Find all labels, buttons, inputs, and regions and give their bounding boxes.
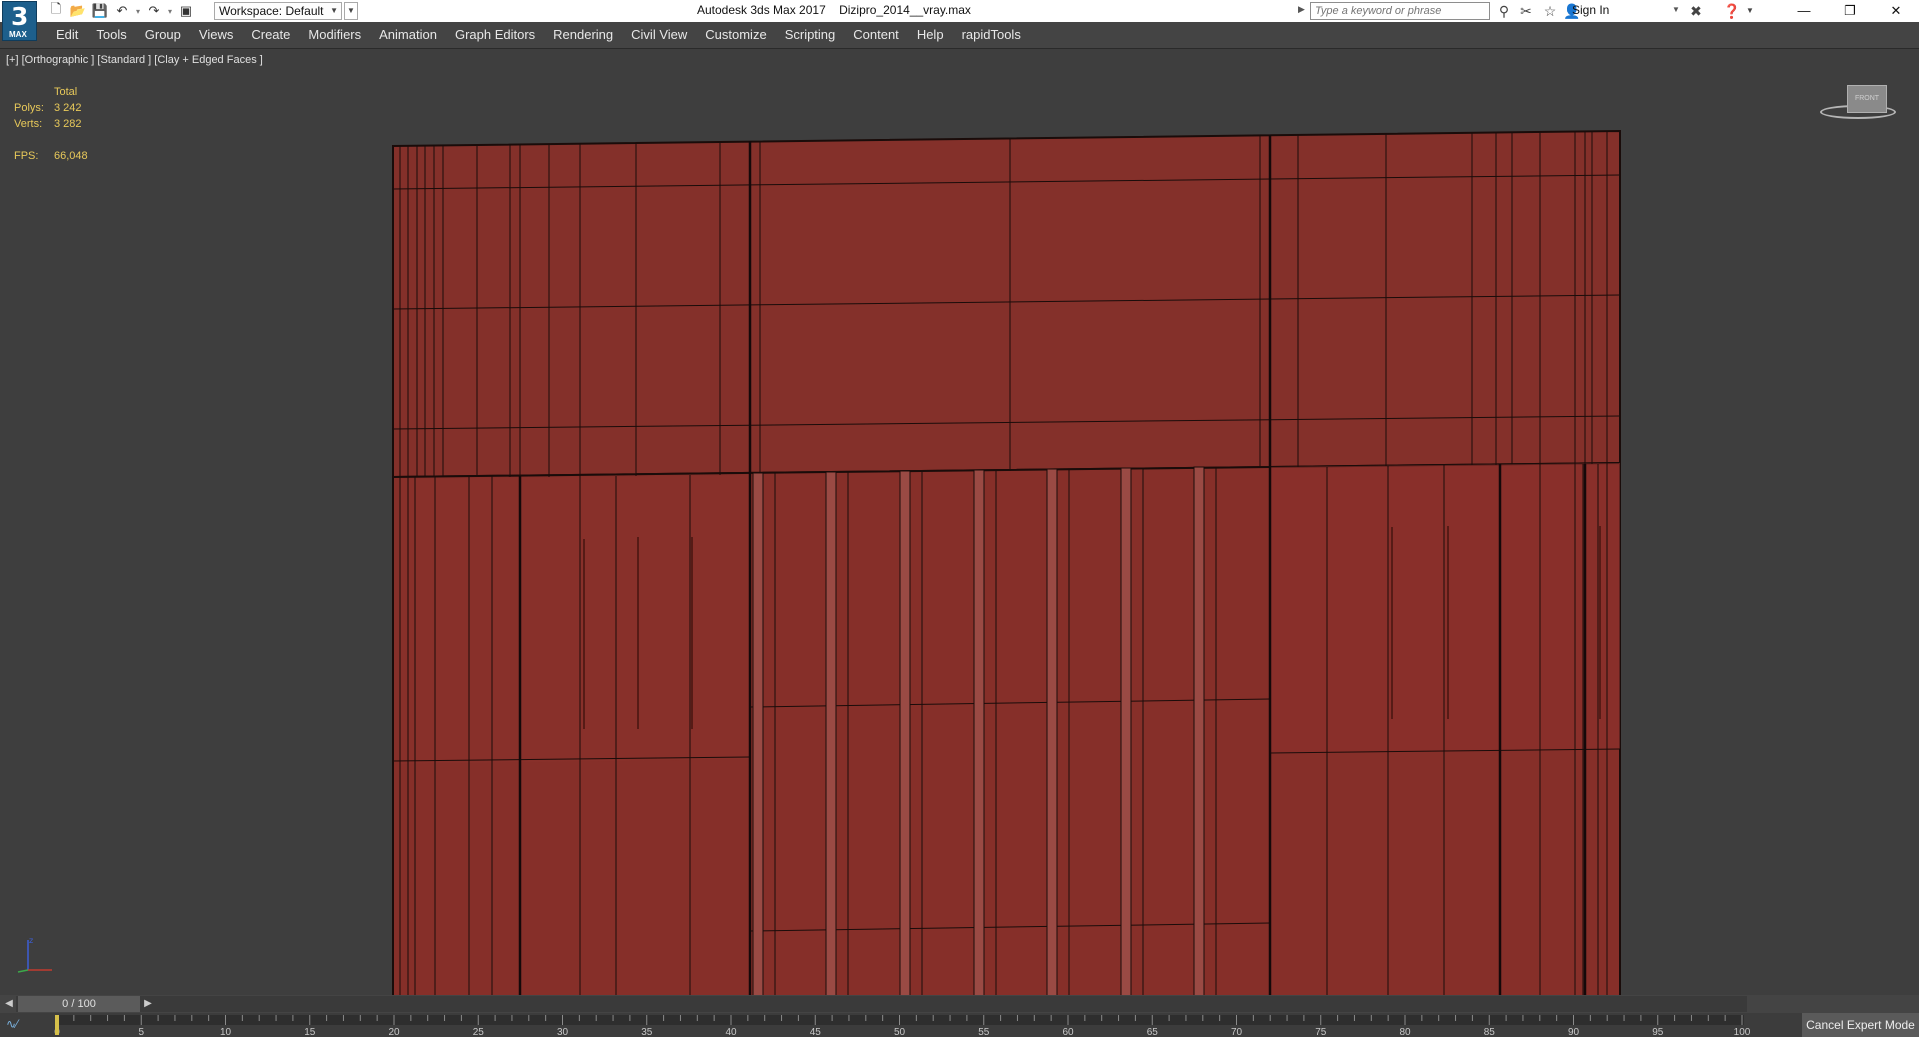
stats-polys-label: Polys: bbox=[14, 102, 44, 114]
new-file-icon[interactable]: 🗋 bbox=[46, 1, 66, 20]
ruler-tick-label: 85 bbox=[1484, 1027, 1496, 1037]
time-slider-thumb[interactable]: 0 / 100 bbox=[18, 996, 140, 1012]
search-expand-icon[interactable]: ▶ bbox=[1298, 4, 1305, 15]
ruler-tick-label: 40 bbox=[725, 1027, 737, 1037]
help-dropdown-icon[interactable]: ▼ bbox=[1740, 2, 1760, 20]
app-logo-subtext: MAX bbox=[9, 30, 27, 39]
ruler-tick-label: 80 bbox=[1399, 1027, 1411, 1037]
ruler-tick-label: 50 bbox=[894, 1027, 906, 1037]
ruler-tick-label: 75 bbox=[1315, 1027, 1327, 1037]
undo-dropdown-icon[interactable]: ▾ bbox=[134, 2, 142, 20]
ruler-tick-label: 30 bbox=[557, 1027, 569, 1037]
title-bar: 3 MAX 🗋 📂 💾 ↶ ▾ ↷ ▾ ▣ Workspace: Default… bbox=[0, 0, 1919, 41]
ruler-tick-label: 10 bbox=[220, 1027, 232, 1037]
redo-dropdown-icon[interactable]: ▾ bbox=[166, 2, 174, 20]
search-input[interactable] bbox=[1310, 2, 1490, 20]
viewcube[interactable]: FRONT bbox=[1820, 83, 1900, 123]
menu-bar: Edit Tools Group Views Create Modifiers … bbox=[0, 22, 1919, 46]
project-folder-icon[interactable]: ▣ bbox=[176, 2, 196, 20]
menu-rendering[interactable]: Rendering bbox=[544, 27, 622, 42]
ruler-tick-label: 90 bbox=[1568, 1027, 1580, 1037]
redo-icon[interactable]: ↷ bbox=[144, 2, 164, 20]
viewport-statistics: Total Polys: 3 242 Verts: 3 282 FPS: 66,048 bbox=[14, 84, 88, 164]
menu-content[interactable]: Content bbox=[844, 27, 908, 42]
viewport-label-menu[interactable]: [+] [Orthographic ] [Standard ] [Clay + … bbox=[6, 54, 263, 66]
stats-fps-label: FPS: bbox=[14, 150, 39, 162]
exchange-apps-icon[interactable]: ✖ bbox=[1686, 2, 1706, 20]
stats-verts-label: Verts: bbox=[14, 118, 43, 130]
cancel-expert-mode-button[interactable]: Cancel Expert Mode bbox=[1802, 1013, 1919, 1037]
frame-ruler[interactable]: 0510152025303540455055606570758085909510… bbox=[0, 1013, 1760, 1037]
binoculars-icon[interactable]: ⚲ bbox=[1494, 2, 1514, 20]
save-icon[interactable]: 💾 bbox=[90, 2, 110, 20]
viewcube-face-front[interactable]: FRONT bbox=[1847, 85, 1887, 113]
ruler-tick-label: 95 bbox=[1652, 1027, 1664, 1037]
menu-scripting[interactable]: Scripting bbox=[776, 27, 845, 42]
next-frame-icon[interactable]: ▶ bbox=[141, 997, 155, 1011]
ruler-tick-label: 15 bbox=[304, 1027, 316, 1037]
ruler-tick-label: 35 bbox=[641, 1027, 653, 1037]
svg-text:z: z bbox=[29, 936, 33, 945]
restore-icon[interactable]: ❐ bbox=[1827, 0, 1873, 22]
track-bar[interactable]: ∿⁄ 0510152025303540455055606570758085909… bbox=[0, 1013, 1919, 1037]
workspace-label: Workspace: Default bbox=[219, 4, 324, 18]
ruler-tick-label: 25 bbox=[473, 1027, 485, 1037]
ruler-tick-label: 65 bbox=[1147, 1027, 1159, 1037]
open-file-icon[interactable]: 📂 bbox=[68, 2, 88, 20]
stats-total-label: Total bbox=[54, 86, 78, 98]
menu-graph-editors[interactable]: Graph Editors bbox=[446, 27, 544, 42]
axis-tripod-icon: z bbox=[17, 936, 52, 973]
ruler-tick-label: 70 bbox=[1231, 1027, 1243, 1037]
menu-rapidtools[interactable]: rapidTools bbox=[953, 27, 1030, 42]
ruler-tick-label: 45 bbox=[810, 1027, 822, 1037]
menu-modifiers[interactable]: Modifiers bbox=[299, 27, 370, 42]
scene-model[interactable] bbox=[0, 49, 1919, 996]
current-frame-marker bbox=[55, 1015, 59, 1035]
sign-in-button[interactable]: Sign In bbox=[1572, 3, 1609, 17]
perspective-viewport[interactable]: [+] [Orthographic ] [Standard ] [Clay + … bbox=[0, 48, 1919, 996]
time-slider-track[interactable] bbox=[16, 996, 1747, 1012]
stats-verts-value: 3 282 bbox=[54, 118, 82, 130]
chevron-down-icon: ▼ bbox=[330, 6, 338, 15]
menu-animation[interactable]: Animation bbox=[370, 27, 446, 42]
customize-toolbar-button[interactable]: ▼ bbox=[344, 2, 358, 20]
menu-group[interactable]: Group bbox=[136, 27, 190, 42]
ruler-tick-label: 20 bbox=[388, 1027, 400, 1037]
app-logo-glyph: 3 bbox=[11, 2, 29, 31]
ruler-tick-label: 100 bbox=[1734, 1027, 1751, 1037]
minimize-icon[interactable]: — bbox=[1781, 0, 1827, 22]
window-title: Autodesk 3ds Max 2017 Dizipro_2014__vray… bbox=[697, 3, 971, 17]
menu-help[interactable]: Help bbox=[908, 27, 953, 42]
stats-fps-value: 66,048 bbox=[54, 150, 88, 162]
ruler-tick-label: 55 bbox=[978, 1027, 990, 1037]
quick-access-toolbar: 🗋 📂 💾 ↶ ▾ ↷ ▾ ▣ bbox=[46, 1, 196, 20]
stats-polys-value: 3 242 bbox=[54, 102, 82, 114]
help-icon[interactable]: ❓ bbox=[1722, 2, 1742, 20]
undo-icon[interactable]: ↶ bbox=[112, 2, 132, 20]
close-icon[interactable]: ✕ bbox=[1873, 0, 1919, 22]
app-menu-button[interactable]: 3 MAX bbox=[2, 1, 37, 41]
ruler-tick-label: 5 bbox=[138, 1027, 144, 1037]
menu-civil-view[interactable]: Civil View bbox=[622, 27, 696, 42]
menu-views[interactable]: Views bbox=[190, 27, 242, 42]
menu-edit[interactable]: Edit bbox=[47, 27, 87, 42]
menu-customize[interactable]: Customize bbox=[696, 27, 775, 42]
previous-frame-icon[interactable]: ◀ bbox=[2, 997, 16, 1011]
window-controls: — ❐ ✕ bbox=[1781, 0, 1919, 22]
menu-tools[interactable]: Tools bbox=[87, 27, 135, 42]
menu-create[interactable]: Create bbox=[242, 27, 299, 42]
chevron-down-icon[interactable]: ▼ bbox=[1672, 5, 1680, 14]
ruler-tick-label: 60 bbox=[1062, 1027, 1074, 1037]
favorites-star-icon[interactable]: ☆ bbox=[1540, 2, 1560, 20]
subscription-icon[interactable]: ✂ bbox=[1516, 2, 1536, 20]
workspace-dropdown[interactable]: Workspace: Default ▼ bbox=[214, 2, 342, 20]
time-slider[interactable]: ◀ 0 / 100 ▶ bbox=[0, 995, 1919, 1013]
